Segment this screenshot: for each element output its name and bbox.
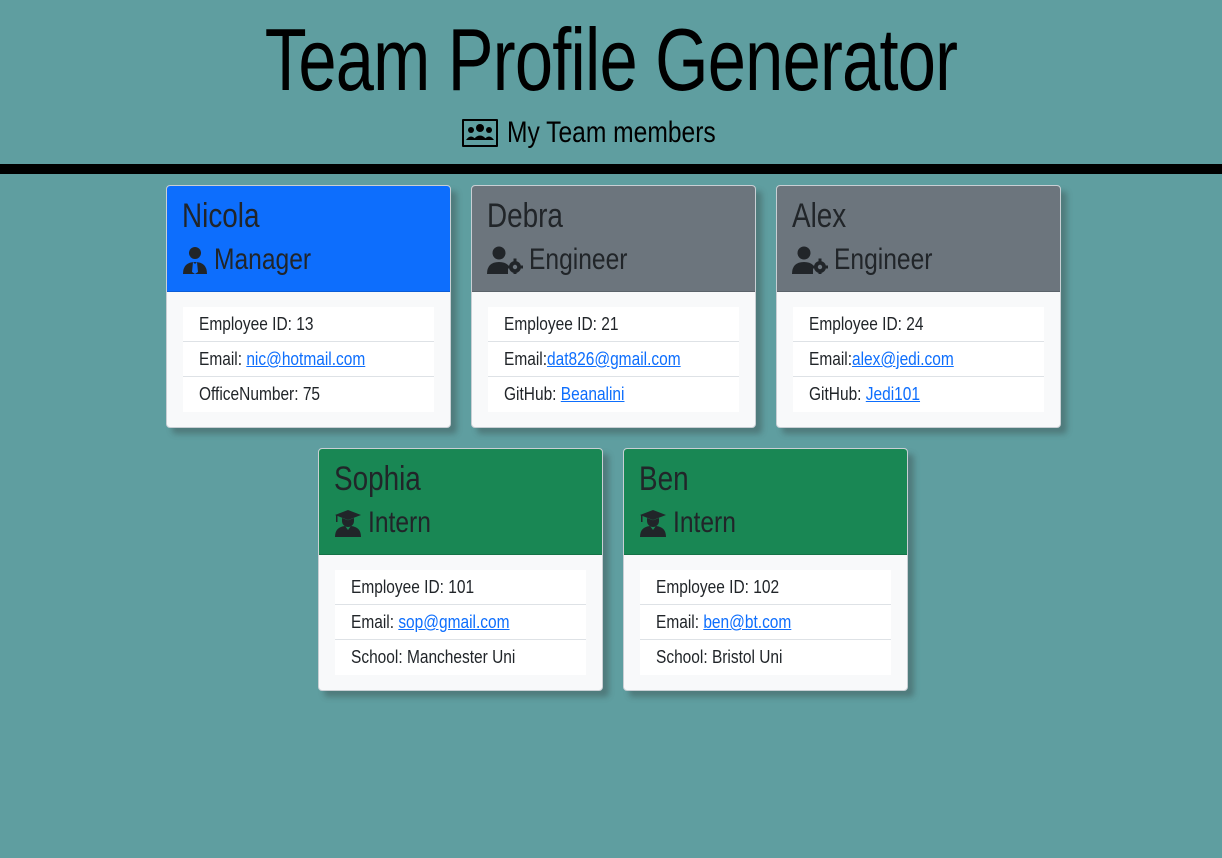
card-header: Nicola Manager (167, 186, 450, 292)
header-divider (0, 164, 1222, 174)
school-row: School: Bristol Uni (656, 647, 783, 667)
employee-id: 13 (296, 314, 314, 334)
office-number-row: OfficeNumber: 75 (199, 384, 321, 404)
card-header: Alex Engineer (777, 186, 1060, 292)
school-name: Manchester Uni (406, 647, 516, 667)
employee-id-row: Employee ID: 13 (183, 307, 434, 342)
employee-id-row: Employee ID: 21 (488, 307, 739, 342)
employee-card-intern: Ben Intern Employee ID: 102 Email: ben@b… (623, 448, 908, 691)
email-row: Email: sop@gmail.com (335, 605, 586, 640)
employee-role: Intern (673, 506, 736, 539)
employee-details: Employee ID: 24 Email:alex@jedi.com GitH… (793, 307, 1044, 412)
employee-role: Engineer (529, 243, 628, 276)
card-header: Debra Engineer (472, 186, 755, 292)
employee-role: Intern (368, 506, 431, 539)
email-link[interactable]: ben@bt.com (703, 612, 791, 632)
card-header: Ben Intern (624, 449, 907, 555)
email-link[interactable]: dat826@gmail.com (547, 349, 681, 369)
office-number: 75 (302, 384, 321, 404)
school-name: Bristol Uni (711, 647, 783, 667)
card-header: Sophia Intern (319, 449, 602, 555)
school-row: School: Manchester Uni (351, 647, 516, 667)
employee-id: 21 (601, 314, 619, 334)
people-group-icon (461, 118, 499, 148)
page-subtitle: My Team members (0, 114, 1222, 152)
github-link[interactable]: Beanalini (561, 384, 625, 404)
employee-name: Sophia (334, 460, 421, 498)
employee-name: Debra (487, 197, 563, 235)
employee-id: 101 (448, 577, 475, 597)
employee-id: 24 (906, 314, 924, 334)
employee-details: Employee ID: 102 Email: ben@bt.com Schoo… (640, 570, 891, 675)
employee-id-row: Employee ID: 24 (793, 307, 1044, 342)
email-link[interactable]: alex@jedi.com (852, 349, 954, 369)
email-link[interactable]: nic@hotmail.com (246, 349, 365, 369)
subtitle-text: My Team members (506, 116, 716, 149)
email-link[interactable]: sop@gmail.com (398, 612, 509, 632)
employee-details: Employee ID: 13 Email: nic@hotmail.com O… (183, 307, 434, 412)
employee-name: Alex (792, 197, 847, 235)
employee-role: Manager (214, 243, 312, 276)
user-gear-icon (487, 246, 523, 274)
email-row: Email:alex@jedi.com (793, 342, 1044, 377)
employee-id: 102 (753, 577, 780, 597)
user-tie-icon (182, 246, 208, 274)
user-gear-icon (792, 246, 828, 274)
employee-name: Ben (639, 460, 689, 498)
employee-details: Employee ID: 101 Email: sop@gmail.com Sc… (335, 570, 586, 675)
email-row: Email:dat826@gmail.com (488, 342, 739, 377)
employee-card-intern: Sophia Intern Employee ID: 101 Email: so… (318, 448, 603, 691)
employee-card-engineer: Debra Engineer Employee ID: 21 Email:dat… (471, 185, 756, 428)
page-title: Team Profile Generator (264, 10, 958, 109)
employee-name: Nicola (182, 197, 260, 235)
user-graduate-icon (334, 509, 362, 537)
github-row: GitHub: Jedi101 (809, 384, 921, 404)
employee-card-engineer: Alex Engineer Employee ID: 24 Email:alex… (776, 185, 1061, 428)
employee-role: Engineer (834, 243, 933, 276)
employee-details: Employee ID: 21 Email:dat826@gmail.com G… (488, 307, 739, 412)
employee-id-row: Employee ID: 102 (640, 570, 891, 605)
github-row: GitHub: Beanalini (504, 384, 625, 404)
github-link[interactable]: Jedi101 (866, 384, 920, 404)
employee-id-row: Employee ID: 101 (335, 570, 586, 605)
email-row: Email: ben@bt.com (640, 605, 891, 640)
page-header: Team Profile Generator My Team members (0, 0, 1222, 166)
user-graduate-icon (639, 509, 667, 537)
email-row: Email: nic@hotmail.com (183, 342, 434, 377)
employee-card-manager: Nicola Manager Employee ID: 13 Email: ni… (166, 185, 451, 428)
